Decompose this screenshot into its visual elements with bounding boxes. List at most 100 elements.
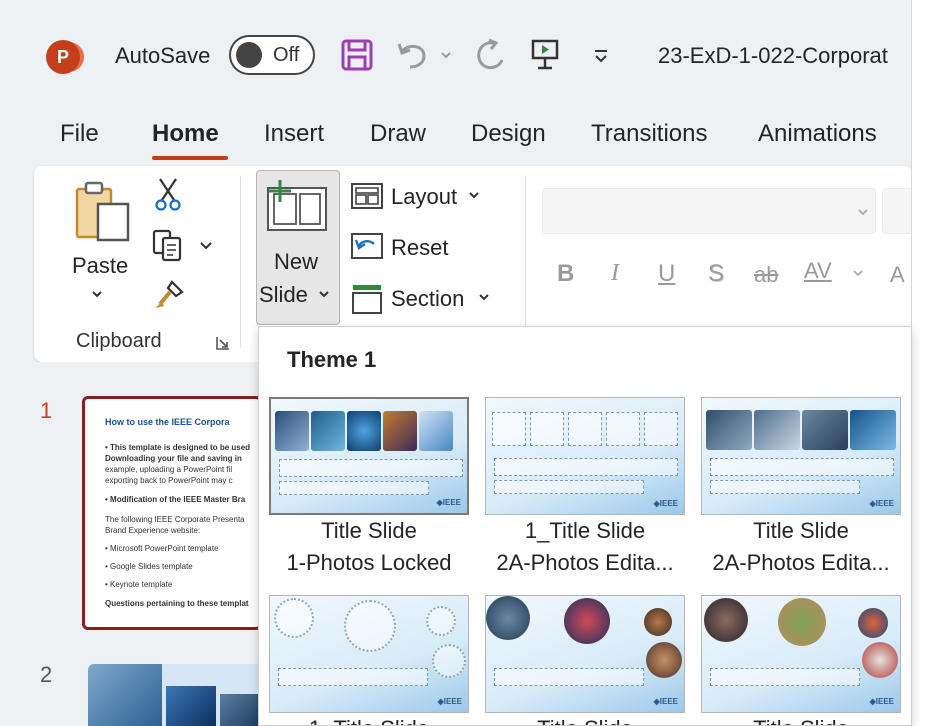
- section-dropdown-icon[interactable]: [478, 292, 490, 302]
- format-painter-icon[interactable]: [152, 278, 186, 312]
- paste-dropdown-icon[interactable]: [91, 289, 103, 299]
- tab-home[interactable]: Home: [152, 120, 219, 148]
- clipboard-launcher-icon[interactable]: [215, 335, 231, 351]
- ieee-logo: ◆IEEE: [869, 697, 894, 706]
- layout-name-2a: 1_Title Slide: [524, 518, 646, 543]
- present-icon[interactable]: [530, 38, 560, 72]
- paste-icon[interactable]: [74, 180, 132, 244]
- photo-circle: [704, 598, 748, 642]
- layout-thumbnail-2[interactable]: ◆IEEE: [485, 397, 685, 515]
- picture-placeholder: [344, 600, 396, 652]
- tab-design[interactable]: Design: [471, 120, 546, 148]
- autosave-label: AutoSave: [115, 43, 211, 68]
- autosave-toggle[interactable]: Off: [229, 35, 315, 75]
- undo-dropdown-icon[interactable]: [440, 50, 452, 60]
- layout-thumbnail-5[interactable]: ◆IEEE: [485, 595, 685, 713]
- tab-transitions[interactable]: Transitions: [591, 120, 707, 148]
- layout-name-1b: 1-Photos Locked: [286, 550, 452, 575]
- tab-file[interactable]: File: [60, 120, 99, 148]
- new-slide-dropdown-icon: [319, 291, 329, 298]
- layout-button[interactable]: Layout: [391, 184, 457, 210]
- layout-thumbnail-1[interactable]: ◆IEEE: [269, 397, 469, 515]
- slide1-line: • This template is designed to be used: [105, 443, 251, 452]
- reset-button[interactable]: Reset: [391, 235, 448, 261]
- picture-placeholder: [530, 412, 564, 446]
- tab-insert[interactable]: Insert: [264, 120, 324, 148]
- section-icon[interactable]: [350, 282, 384, 316]
- picture-placeholder: [606, 412, 640, 446]
- ieee-logo: ◆IEEE: [437, 697, 462, 706]
- photo-circle: [564, 598, 610, 644]
- spacing-dropdown-icon[interactable]: [852, 268, 864, 278]
- picture-placeholder: [432, 644, 466, 678]
- layout-icon[interactable]: [350, 182, 384, 210]
- layout-name-3b: 2A-Photos Edita...: [712, 550, 890, 575]
- slide1-line: • Modification of the IEEE Master Bra: [105, 495, 246, 504]
- title-placeholder: [494, 458, 678, 476]
- font-color-button[interactable]: A: [890, 262, 905, 288]
- slide-number-1: 1: [40, 398, 53, 423]
- customize-toolbar-icon[interactable]: [592, 48, 610, 64]
- layout-dropdown-icon[interactable]: [468, 190, 480, 200]
- slide2-photo: [166, 686, 216, 726]
- layout-name-4: 1_Title Slide: [261, 713, 477, 725]
- underline-button[interactable]: U: [658, 260, 675, 288]
- window-edge: [912, 0, 926, 726]
- subtitle-placeholder: [710, 480, 860, 494]
- undo-icon[interactable]: [396, 40, 430, 70]
- slide1-line: exporting back to PowerPoint may c: [105, 476, 233, 485]
- title-bar: P AutoSave Off 23-ExD-1-022-Corporat: [0, 0, 911, 112]
- new-slide-label-1: New: [274, 249, 319, 274]
- italic-button[interactable]: I: [611, 260, 619, 287]
- title-placeholder: [710, 668, 860, 686]
- reset-icon[interactable]: [350, 232, 384, 260]
- new-slide-label-2: Slide: [259, 282, 308, 307]
- slide2-photo: [88, 664, 162, 726]
- layout-name-2b: 2A-Photos Edita...: [496, 550, 674, 575]
- slide-thumbnail-2[interactable]: [88, 664, 262, 726]
- slide1-line: Questions pertaining to these templat: [105, 599, 249, 608]
- slide1-line: • Google Slides template: [105, 562, 193, 571]
- redo-icon[interactable]: [472, 38, 508, 74]
- font-size-dropdown[interactable]: [882, 188, 911, 234]
- font-name-dropdown[interactable]: [542, 188, 876, 234]
- layout-name-3a: Title Slide: [753, 518, 849, 543]
- ieee-logo: ◆IEEE: [436, 498, 461, 507]
- section-button[interactable]: Section: [391, 286, 464, 312]
- photo-circle: [858, 608, 888, 638]
- picture-placeholder: [492, 412, 526, 446]
- ieee-logo: ◆IEEE: [869, 499, 894, 508]
- ieee-logo: ◆IEEE: [653, 697, 678, 706]
- paste-label[interactable]: Paste: [72, 253, 128, 279]
- group-separator: [525, 176, 526, 326]
- picture-placeholder: [644, 412, 678, 446]
- slide1-line: Downloading your file and saving in: [105, 454, 242, 463]
- title-placeholder: [710, 458, 894, 476]
- slide1-line: example, uploading a PowerPoint fil: [105, 465, 233, 474]
- layout-name-1a: Title Slide: [321, 518, 417, 543]
- group-separator: [240, 176, 241, 348]
- picture-placeholder: [426, 606, 456, 636]
- save-icon[interactable]: [340, 38, 374, 72]
- tab-animations[interactable]: Animations: [758, 120, 877, 148]
- layout-thumbnail-4[interactable]: ◆IEEE: [269, 595, 469, 713]
- slide1-line: • Microsoft PowerPoint template: [105, 544, 219, 553]
- layout-name-5: Title Slide: [477, 713, 693, 725]
- text-shadow-button[interactable]: S: [708, 260, 724, 288]
- slide-thumbnail-1[interactable]: How to use the IEEE Corpora • This templ…: [82, 396, 262, 630]
- chevron-down-icon: [858, 209, 868, 216]
- new-slide-icon: [267, 180, 327, 231]
- clipboard-group-label: Clipboard: [76, 330, 162, 352]
- subtitle-placeholder: [494, 480, 644, 494]
- strikethrough-button[interactable]: ab: [754, 262, 778, 288]
- layout-thumbnail-3[interactable]: ◆IEEE: [701, 397, 901, 515]
- photo-strip: [706, 410, 896, 450]
- copy-icon[interactable]: [151, 228, 185, 262]
- cut-icon[interactable]: [154, 176, 182, 212]
- character-spacing-button[interactable]: AV: [804, 258, 832, 284]
- slide2-photo: [220, 694, 262, 726]
- tab-draw[interactable]: Draw: [370, 120, 426, 148]
- bold-button[interactable]: B: [557, 260, 574, 288]
- copy-dropdown-icon[interactable]: [199, 240, 213, 250]
- layout-thumbnail-6[interactable]: ◆IEEE: [701, 595, 901, 713]
